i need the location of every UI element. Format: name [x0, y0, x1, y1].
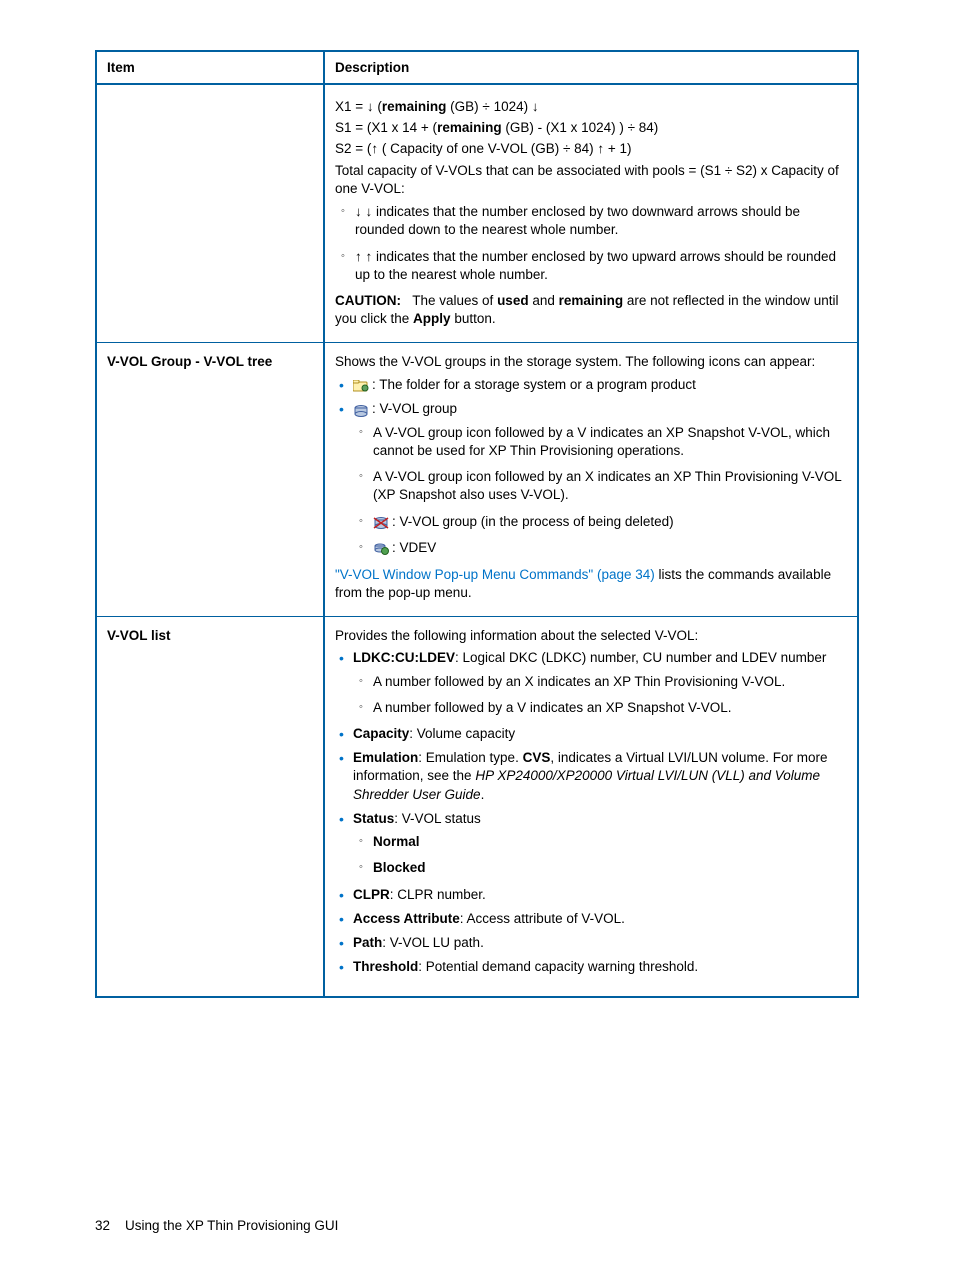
list-item: A V-VOL group icon followed by an X indi… [373, 468, 847, 504]
row-description: Shows the V-VOL groups in the storage sy… [324, 343, 858, 617]
row-description: X1 = ↓ (remaining (GB) ÷ 1024) ↓ S1 = (X… [324, 84, 858, 343]
list-item: : V-VOL group (in the process of being d… [373, 513, 847, 532]
list-item: CLPR: CLPR number. [353, 886, 847, 904]
list-item: Blocked [373, 859, 847, 877]
folder-icon [353, 376, 369, 394]
list-item: : The folder for a storage system or a p… [353, 376, 847, 395]
header-item: Item [96, 51, 324, 84]
page-number: 32 [95, 1218, 110, 1233]
list-item: Normal [373, 833, 847, 851]
table-row: V-VOL Group - V-VOL tree Shows the V-VOL… [96, 343, 858, 617]
page-footer: 32 Using the XP Thin Provisioning GUI [95, 1218, 338, 1233]
table-row: V-VOL list Provides the following inform… [96, 617, 858, 998]
list-item: Path: V-VOL LU path. [353, 934, 847, 952]
table-row: X1 = ↓ (remaining (GB) ÷ 1024) ↓ S1 = (X… [96, 84, 858, 343]
list-item: A V-VOL group icon followed by a V indic… [373, 424, 847, 460]
description-table: Item Description X1 = ↓ (remaining (GB) … [95, 50, 859, 998]
list-item: : VDEV [373, 539, 847, 558]
list-item: Capacity: Volume capacity [353, 725, 847, 743]
list-item: ↓ ↓ indicates that the number enclosed b… [355, 203, 847, 239]
vvol-group-icon [353, 401, 369, 419]
row-description: Provides the following information about… [324, 617, 858, 998]
vdev-icon [373, 539, 389, 557]
list-item: A number followed by a V indicates an XP… [373, 699, 847, 717]
list-item: ↑ ↑ indicates that the number enclosed b… [355, 248, 847, 284]
row-item-label: V-VOL Group - V-VOL tree [96, 343, 324, 617]
caution-note: CAUTION: The values of used and remainin… [335, 292, 847, 328]
list-item: : V-VOL group A V-VOL group icon followe… [353, 400, 847, 558]
vvol-popup-link[interactable]: "V-VOL Window Pop-up Menu Commands" (pag… [335, 567, 655, 582]
page-title: Using the XP Thin Provisioning GUI [125, 1218, 338, 1233]
list-item: Access Attribute: Access attribute of V-… [353, 910, 847, 928]
row-item-label [96, 84, 324, 343]
list-item: A number followed by an X indicates an X… [373, 673, 847, 691]
list-item: Status: V-VOL status Normal Blocked [353, 810, 847, 878]
vvol-group-deleting-icon [373, 513, 389, 531]
list-item: Threshold: Potential demand capacity war… [353, 958, 847, 976]
list-item: Emulation: Emulation type. CVS, indicate… [353, 749, 847, 804]
header-description: Description [324, 51, 858, 84]
list-item: LDKC:CU:LDEV: Logical DKC (LDKC) number,… [353, 649, 847, 717]
row-item-label: V-VOL list [96, 617, 324, 998]
